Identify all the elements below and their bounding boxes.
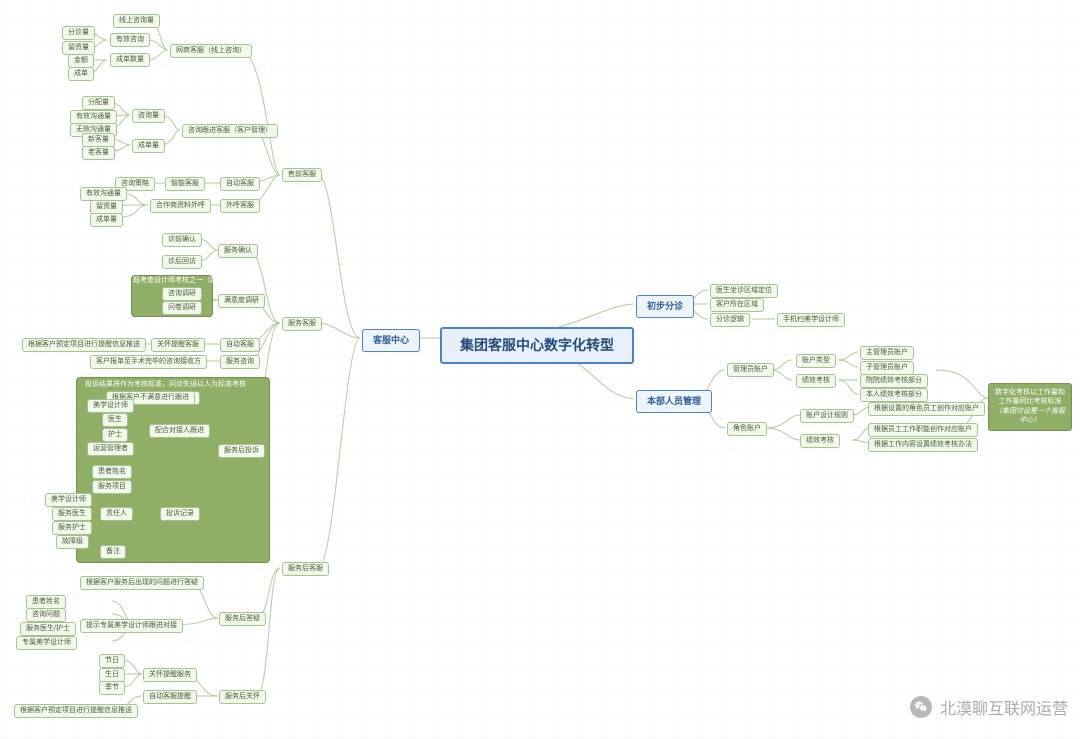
node[interactable]: 账户设计规则 bbox=[800, 409, 854, 423]
node[interactable]: 关怀提醒服务 bbox=[143, 668, 197, 682]
node[interactable]: 手机扫美学设计师 bbox=[777, 313, 845, 327]
node[interactable]: 护士 bbox=[102, 428, 128, 442]
note-research-text: 既考查设计师考核之一（服务态度） bbox=[133, 276, 211, 285]
node[interactable]: 配合对接人跟进 bbox=[149, 424, 210, 438]
node[interactable]: 患者姓名 bbox=[92, 465, 132, 479]
node[interactable]: 自动客服 bbox=[220, 338, 260, 352]
node[interactable]: 美学设计师 bbox=[45, 493, 92, 507]
node[interactable]: 绩效考核 bbox=[796, 374, 836, 388]
node[interactable]: 服务项目 bbox=[92, 480, 132, 494]
node[interactable]: 根据员工工作职能创作对应账户 bbox=[868, 423, 978, 437]
node[interactable]: 根据工作内容设置绩效考核办法 bbox=[868, 438, 978, 452]
node[interactable]: 满意度调研 bbox=[218, 294, 265, 308]
node[interactable]: 老客量 bbox=[82, 146, 115, 160]
node[interactable]: 外呼客服 bbox=[220, 199, 260, 213]
node[interactable]: 关怀提醒客服 bbox=[151, 338, 205, 352]
node[interactable]: 合作商资料外呼 bbox=[150, 199, 211, 213]
node[interactable]: 故障级 bbox=[56, 535, 89, 549]
node[interactable]: 投诉记录 bbox=[160, 507, 200, 521]
channel-watermark: 北漠聊互联网运营 bbox=[910, 695, 1068, 719]
node[interactable]: 根据客户预定项目进行提醒信息推送 bbox=[22, 338, 146, 352]
complaint-note-text: 投诉结果将作为考核标准，问诊失误以人为标准考核 bbox=[85, 380, 260, 389]
node[interactable]: 节日 bbox=[99, 654, 125, 668]
node[interactable]: 分配量 bbox=[82, 96, 115, 110]
node[interactable]: 账户类型 bbox=[796, 354, 836, 368]
node[interactable]: 诊前确认 bbox=[162, 233, 202, 247]
hub-center[interactable]: 客服中心 bbox=[362, 329, 420, 352]
node[interactable]: 有效咨询 bbox=[110, 33, 150, 47]
node[interactable]: 绩效考核 bbox=[800, 434, 840, 448]
node[interactable]: 管理员账户 bbox=[727, 363, 774, 377]
node[interactable]: 成单 bbox=[68, 67, 94, 81]
node[interactable]: 院院绩效考核部分 bbox=[860, 374, 928, 388]
node[interactable]: 成单量 bbox=[132, 139, 165, 153]
node[interactable]: 运营管理者 bbox=[87, 442, 134, 456]
node[interactable]: 美学设计师 bbox=[87, 399, 134, 413]
node[interactable]: 自动客服 bbox=[220, 177, 260, 191]
node-postservice[interactable]: 服务后客服 bbox=[282, 562, 329, 576]
node[interactable]: 专属美学设计师 bbox=[16, 636, 77, 650]
staff-note-box: 数字化考核以工作量和工作量同比考核标准 （集团仅设置一个客服中心） bbox=[988, 383, 1072, 431]
node[interactable]: 咨询问题 bbox=[26, 608, 66, 622]
node[interactable]: 问卷调研 bbox=[162, 301, 202, 315]
hub-triage[interactable]: 初步分诊 bbox=[636, 295, 694, 318]
node[interactable]: 客户所在区域 bbox=[710, 298, 764, 312]
hub-staff[interactable]: 本部人员管理 bbox=[636, 390, 712, 413]
node[interactable]: 成单量 bbox=[90, 213, 123, 227]
node[interactable]: 服务医生 bbox=[52, 507, 92, 521]
root-node[interactable]: 集团客服中心数字化转型 bbox=[440, 327, 634, 364]
node[interactable]: 提示专属美学设计师跟进对接 bbox=[80, 619, 183, 633]
node[interactable]: 服务后关怀 bbox=[219, 690, 266, 704]
staff-note-line1: 数字化考核以工作量和工作量同比考核标准 bbox=[995, 389, 1065, 405]
node[interactable]: 服务医生/护士 bbox=[20, 622, 76, 636]
node-service[interactable]: 服务客服 bbox=[282, 317, 322, 331]
node[interactable]: 医生坐诊区域定位 bbox=[710, 284, 778, 298]
node[interactable]: 智能客服 bbox=[165, 177, 205, 191]
staff-note-line2: （集团仅设置一个客服中心） bbox=[995, 408, 1065, 424]
node[interactable]: 成单数量 bbox=[110, 53, 150, 67]
wechat-icon bbox=[910, 696, 932, 718]
node[interactable]: 角色账户 bbox=[727, 422, 767, 436]
node[interactable]: 季节 bbox=[99, 681, 125, 695]
node[interactable]: 本人绩效考核部分 bbox=[860, 388, 928, 402]
node[interactable]: 根据客户预定项目进行提醒信息推送 bbox=[14, 704, 138, 718]
node[interactable]: 自动客服提醒 bbox=[143, 690, 197, 704]
node[interactable]: 医生 bbox=[102, 413, 128, 427]
node[interactable]: 根据设置的角色员工创作对应账户 bbox=[868, 402, 985, 416]
node[interactable]: 分诊逻辑 bbox=[710, 313, 750, 327]
node[interactable]: 服务后投诉 bbox=[218, 444, 265, 458]
node[interactable]: 根据客户服务后出现的问题进行答疑 bbox=[80, 576, 204, 590]
node[interactable]: 咨询调研 bbox=[162, 287, 202, 301]
node-presale[interactable]: 售前客服 bbox=[282, 168, 322, 182]
channel-name: 北漠聊互联网运营 bbox=[940, 695, 1068, 719]
node[interactable]: 咨询量 bbox=[132, 109, 165, 123]
node[interactable]: 分诊量 bbox=[62, 26, 95, 40]
node[interactable]: 主管理员账户 bbox=[860, 346, 914, 360]
node[interactable]: 诊后回访 bbox=[162, 255, 202, 269]
node[interactable]: 线上咨询量 bbox=[113, 14, 160, 28]
node[interactable]: 服务护士 bbox=[52, 521, 92, 535]
node[interactable]: 服务确认 bbox=[218, 244, 258, 258]
node[interactable]: 网商客服（线上咨询） bbox=[170, 44, 252, 58]
node[interactable]: 服务咨询 bbox=[220, 355, 260, 369]
node[interactable]: 服务后答疑 bbox=[219, 612, 266, 626]
node[interactable]: 客户报单至手术完毕的咨询接收方 bbox=[90, 355, 207, 369]
node[interactable]: 备注 bbox=[100, 545, 126, 559]
node[interactable]: 责任人 bbox=[100, 507, 133, 521]
node[interactable]: 咨询跟进客服（客户管理） bbox=[182, 124, 278, 138]
